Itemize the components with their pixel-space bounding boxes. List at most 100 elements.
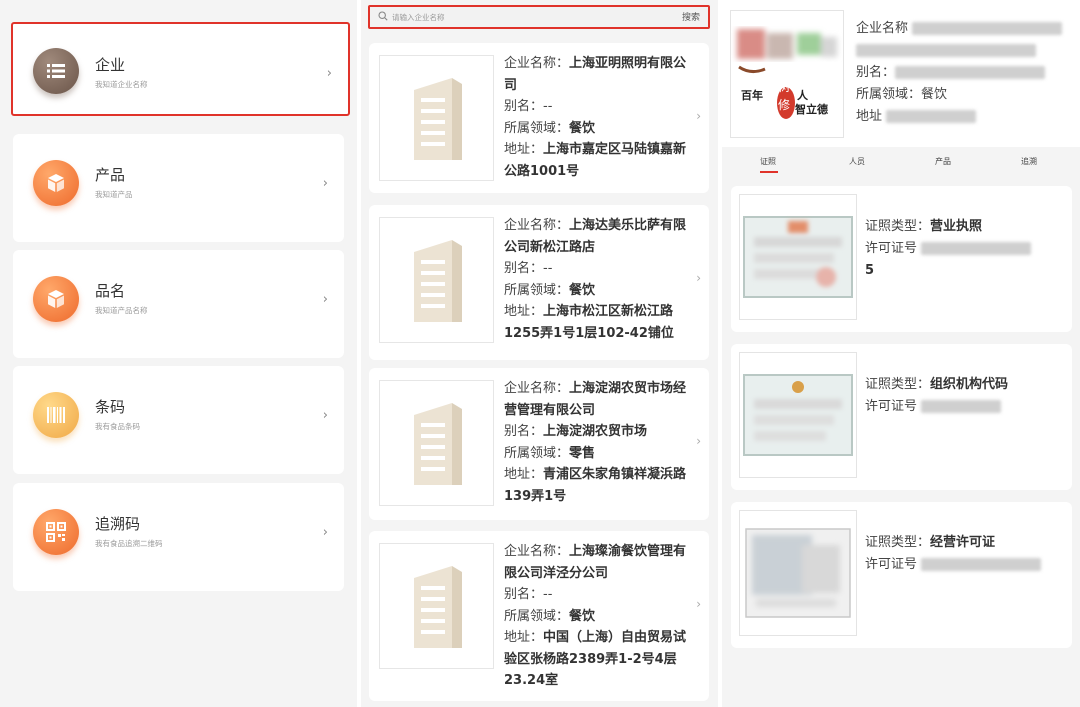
chevron-right-icon: ›: [322, 408, 328, 423]
result-info: 企业名称：上海达美乐比萨有限公司新松江路店 别名：-- 所属领域：餐饮 地址：上…: [504, 215, 689, 344]
label-cert-number: 许可证号: [865, 557, 918, 572]
company-field: 餐饮: [569, 608, 596, 624]
category-product[interactable]: 产品 我知道产品 ›: [13, 134, 344, 242]
result-info: 企业名称：上海璨渝餐饮管理有限公司洋泾分公司 别名：-- 所属领域：餐饮 地址：…: [504, 541, 689, 692]
label-field: 所属领域：: [504, 608, 570, 624]
svg-text:修: 修: [778, 97, 790, 112]
result-card[interactable]: 企业名称：上海璨渝餐饮管理有限公司洋泾分公司 别名：-- 所属领域：餐饮 地址：…: [369, 531, 709, 701]
label-alias: 别名：: [504, 261, 544, 276]
search-results-panel: 请输入企业名称 搜索 企业名称：上海亚明照明有限公司 别名：-- 所属领域：餐饮…: [361, 0, 718, 707]
building-icon: [379, 217, 494, 343]
cert-type: 组织机构代码: [930, 377, 1009, 392]
category-subtitle: 我有食品条码: [95, 422, 140, 431]
category-subtitle: 我有食品追溯二维码: [95, 539, 163, 548]
svg-text:百年: 百年: [741, 88, 763, 102]
blurred-number: [921, 400, 1002, 413]
search-bar[interactable]: 请输入企业名称 搜索: [368, 5, 710, 29]
blurred-name-line2: [856, 44, 1036, 57]
label-cert-type: 证照类型：: [865, 535, 931, 550]
category-subtitle: 我知道产品: [95, 190, 133, 199]
label-name: 企业名称：: [504, 544, 570, 559]
label-address: 地址：: [504, 304, 544, 319]
cert-image: [739, 352, 857, 478]
category-enterprise[interactable]: 企业 我知道企业名称 ›: [11, 22, 350, 116]
cert-info: 证照类型：营业执照 许可证号 5: [865, 216, 1032, 282]
label-address: 地址：: [504, 467, 544, 482]
label-name: 企业名称：: [504, 381, 570, 396]
company-detail-panel: 百年 树 修 人 智立德 企业名称 别名： 所属领域：餐饮 地址 证照 人员 产…: [722, 0, 1080, 707]
barcode-icon: [33, 392, 79, 438]
cert-card[interactable]: 证照类型：营业执照 许可证号 5: [731, 186, 1072, 332]
category-barcode[interactable]: 条码 我有食品条码 ›: [13, 366, 344, 474]
result-card[interactable]: 企业名称：上海淀湖农贸市场经营管理有限公司 别名：上海淀湖农贸市场 所属领域：零…: [369, 368, 709, 520]
label-alias: 别名：: [504, 424, 544, 439]
tab-products[interactable]: 产品: [935, 156, 951, 167]
label-name: 企业名称：: [504, 218, 570, 233]
company-logo: 百年 树 修 人 智立德: [730, 10, 844, 138]
cert-info: 证照类型：经营许可证 许可证号: [865, 532, 1042, 576]
label-alias: 别名：: [504, 587, 544, 602]
search-button[interactable]: 搜索: [682, 10, 700, 23]
label-alias: 别名：: [504, 99, 544, 114]
tab-trace[interactable]: 追溯: [1021, 156, 1037, 167]
result-info: 企业名称：上海淀湖农贸市场经营管理有限公司 别名：上海淀湖农贸市场 所属领域：零…: [504, 378, 689, 507]
label-cert-type: 证照类型：: [865, 377, 931, 392]
category-trace-code[interactable]: 追溯码 我有食品追溯二维码 ›: [13, 483, 344, 591]
result-card[interactable]: 企业名称：上海达美乐比萨有限公司新松江路店 别名：-- 所属领域：餐饮 地址：上…: [369, 205, 709, 360]
category-subtitle: 我知道企业名称: [95, 80, 148, 89]
svg-text:树: 树: [778, 79, 790, 94]
chevron-right-icon: ›: [696, 434, 701, 448]
chevron-right-icon: ›: [322, 176, 328, 191]
label-cert-number: 许可证号: [865, 399, 918, 414]
cert-number-tail: 5: [865, 263, 875, 278]
cube-icon: [33, 276, 79, 322]
company-alias: --: [543, 99, 553, 114]
building-icon: [379, 543, 494, 669]
building-icon: [379, 55, 494, 181]
cert-card[interactable]: 证照类型：组织机构代码 许可证号: [731, 344, 1072, 490]
label-address: 地址: [856, 109, 883, 124]
cert-image: [739, 194, 857, 320]
qr-code-icon: [33, 509, 79, 555]
search-input[interactable]: 请输入企业名称: [392, 12, 445, 23]
label-field: 所属领域：: [504, 282, 570, 298]
label-cert-type: 证照类型：: [865, 219, 931, 234]
chevron-right-icon: ›: [696, 597, 701, 611]
label-address: 地址：: [504, 630, 544, 645]
category-panel: 企业 我知道企业名称 › 产品 我知道产品 › 品名 我知道产品名称 › 条码 …: [0, 0, 357, 707]
tab-personnel[interactable]: 人员: [849, 156, 865, 167]
label-address: 地址：: [504, 142, 544, 157]
company-info: 企业名称 别名： 所属领域：餐饮 地址: [856, 18, 1063, 128]
category-product-name[interactable]: 品名 我知道产品名称 ›: [13, 250, 344, 358]
company-header: 百年 树 修 人 智立德 企业名称 别名： 所属领域：餐饮 地址: [722, 0, 1080, 147]
svg-text:人: 人: [797, 88, 809, 102]
chevron-right-icon: ›: [326, 66, 332, 81]
chevron-right-icon: ›: [696, 271, 701, 285]
chevron-right-icon: ›: [322, 525, 328, 540]
cert-image: [739, 510, 857, 636]
blurred-name: [912, 22, 1063, 35]
label-field: 所属领域：: [504, 445, 570, 461]
tab-license[interactable]: 证照: [760, 156, 776, 167]
category-title: 条码: [95, 398, 126, 416]
blurred-alias: [895, 66, 1046, 79]
company-field: 餐饮: [569, 120, 596, 136]
blurred-address: [886, 110, 977, 123]
company-field: 餐饮: [921, 87, 948, 102]
result-info: 企业名称：上海亚明照明有限公司 别名：-- 所属领域：餐饮 地址：上海市嘉定区马…: [504, 53, 689, 182]
category-title: 企业: [95, 56, 126, 74]
chevron-right-icon: ›: [696, 109, 701, 123]
detail-tabs: 证照 人员 产品 追溯: [722, 150, 1080, 176]
label-field: 所属领域：: [856, 87, 922, 102]
cert-card[interactable]: 证照类型：经营许可证 许可证号: [731, 502, 1072, 648]
label-cert-number: 许可证号: [865, 241, 918, 256]
result-card[interactable]: 企业名称：上海亚明照明有限公司 别名：-- 所属领域：餐饮 地址：上海市嘉定区马…: [369, 43, 709, 193]
cube-icon: [33, 160, 79, 206]
label-alias: 别名：: [856, 65, 896, 80]
building-icon: [379, 380, 494, 506]
active-tab-indicator: [760, 171, 778, 173]
blurred-number: [921, 242, 1032, 255]
category-title: 追溯码: [95, 515, 141, 533]
svg-text:智立德: 智立德: [795, 102, 828, 116]
company-field: 零售: [569, 445, 596, 461]
